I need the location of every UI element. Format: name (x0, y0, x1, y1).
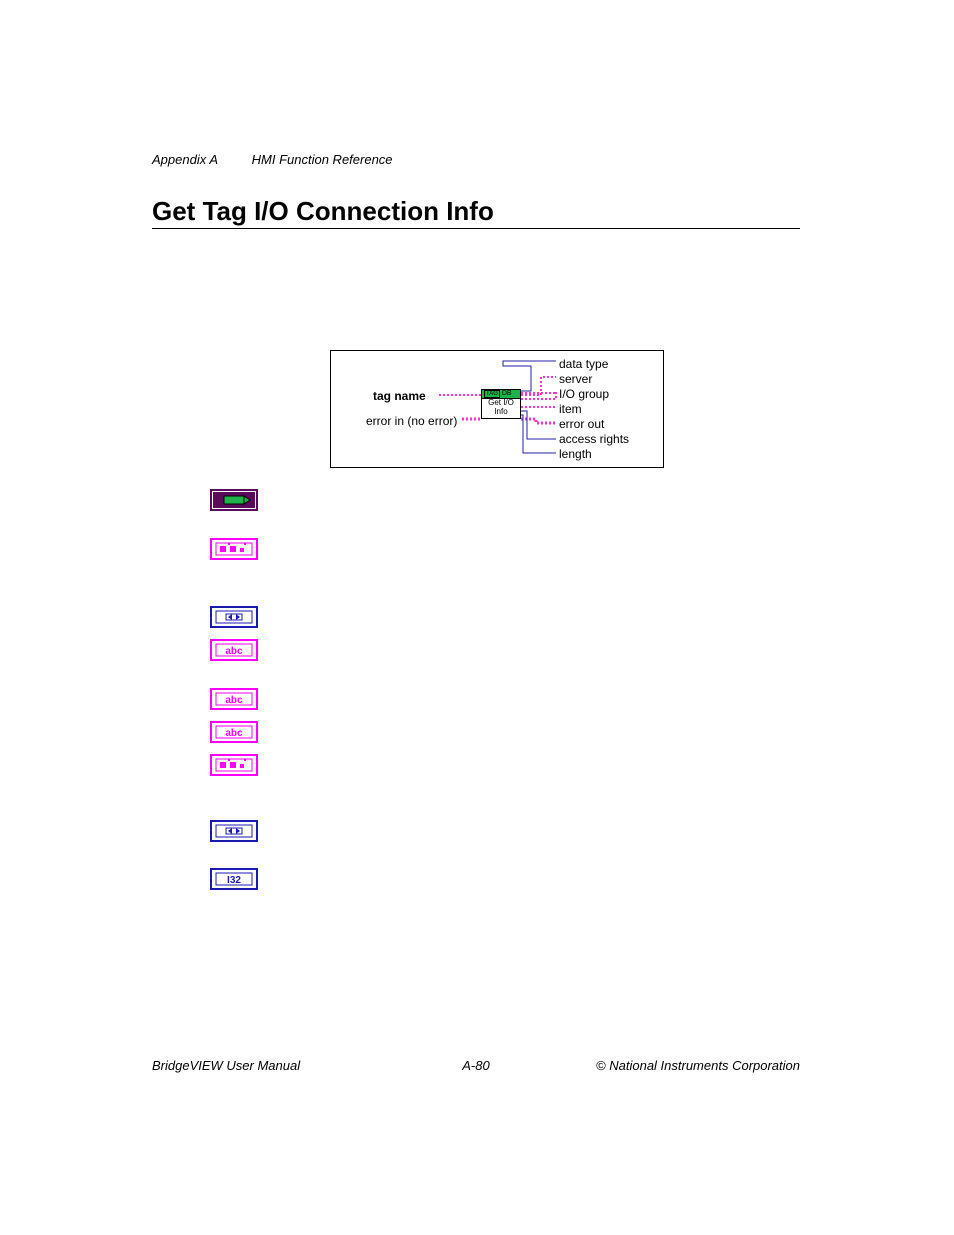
footer-copyright: © National Instruments Corporation (596, 1058, 800, 1073)
out-server: server (559, 372, 629, 387)
vi-icon: TAG DB Get I/O Info (481, 389, 521, 419)
length-icon: I32 (210, 868, 258, 890)
header-section: HMI Function Reference (252, 152, 393, 167)
vi-connector-diagram: tag name error in (no error) TAG DB Get … (330, 350, 664, 468)
out-data-type: data type (559, 357, 629, 372)
header-appendix: Appendix A (152, 152, 218, 167)
out-length: length (559, 447, 629, 462)
title-rule (152, 228, 800, 229)
tag-name-icon (210, 489, 258, 511)
diagram-error-in-label: error in (no error) (366, 414, 457, 428)
svg-text:abc: abc (225, 695, 243, 706)
svg-text:abc: abc (225, 646, 243, 657)
svg-text:I32: I32 (227, 875, 241, 886)
running-header: Appendix A HMI Function Reference (152, 152, 393, 167)
error-out-icon (210, 754, 258, 776)
svg-text:abc: abc (225, 728, 243, 739)
io-group-icon: abc (210, 688, 258, 710)
vi-icon-line2: Info (482, 408, 520, 417)
server-icon: abc (210, 639, 258, 661)
diagram-tag-name-label: tag name (373, 389, 426, 403)
item-icon: abc (210, 721, 258, 743)
out-item: item (559, 402, 629, 417)
error-in-icon (210, 538, 258, 560)
out-access-rights: access rights (559, 432, 629, 447)
out-error-out: error out (559, 417, 629, 432)
data-type-icon (210, 606, 258, 628)
diagram-output-labels: data type server I/O group item error ou… (559, 357, 629, 462)
page-title: Get Tag I/O Connection Info (152, 196, 494, 227)
out-io-group: I/O group (559, 387, 629, 402)
access-rights-icon (210, 820, 258, 842)
